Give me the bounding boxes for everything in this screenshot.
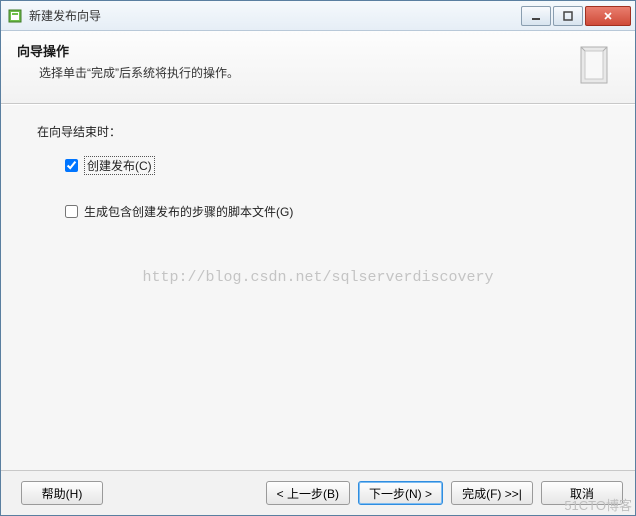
header-title: 向导操作 [17, 41, 561, 60]
wizard-window: 新建发布向导 向导操作 选择单击“完成”后系统将执行的操作。 [0, 0, 636, 516]
back-button[interactable]: < 上一步(B) [266, 481, 350, 505]
maximize-button[interactable] [553, 6, 583, 26]
cancel-button[interactable]: 取消 [541, 481, 623, 505]
minimize-button[interactable] [521, 6, 551, 26]
content-prompt: 在向导结束时： [37, 123, 599, 140]
option-generate-script[interactable]: 生成包含创建发布的步骤的脚本文件(G) [65, 203, 599, 220]
option-create-label: 创建发布(C) [84, 156, 155, 175]
wizard-header: 向导操作 选择单击“完成”后系统将执行的操作。 [1, 31, 635, 104]
help-button[interactable]: 帮助(H) [21, 481, 103, 505]
window-title: 新建发布向导 [29, 7, 519, 24]
next-button[interactable]: 下一步(N) > [358, 481, 443, 505]
app-icon [7, 8, 23, 24]
wizard-banner-icon [571, 41, 619, 89]
option-create-checkbox[interactable] [65, 159, 78, 172]
watermark-text: http://blog.csdn.net/sqlserverdiscovery [1, 269, 635, 286]
header-subtitle: 选择单击“完成”后系统将执行的操作。 [39, 64, 561, 81]
window-controls [519, 6, 631, 26]
option-script-checkbox[interactable] [65, 205, 78, 218]
option-script-label: 生成包含创建发布的步骤的脚本文件(G) [84, 203, 293, 220]
wizard-footer: 帮助(H) < 上一步(B) 下一步(N) > 完成(F) >>| 取消 [1, 470, 635, 515]
wizard-content: 在向导结束时： 创建发布(C) 生成包含创建发布的步骤的脚本文件(G) http… [1, 104, 635, 470]
finish-button[interactable]: 完成(F) >>| [451, 481, 533, 505]
close-button[interactable] [585, 6, 631, 26]
titlebar: 新建发布向导 [1, 1, 635, 31]
option-create-publication[interactable]: 创建发布(C) [65, 156, 599, 175]
